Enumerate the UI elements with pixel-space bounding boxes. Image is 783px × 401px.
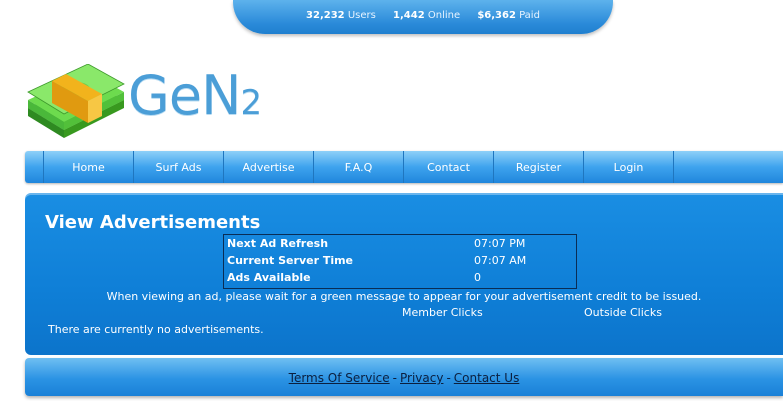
logo-text-main: GeN bbox=[128, 64, 241, 127]
nav-advertise[interactable]: Advertise bbox=[224, 151, 314, 183]
users-label: Users bbox=[347, 10, 376, 21]
nav-register[interactable]: Register bbox=[494, 151, 584, 183]
paid-amount: $6,362 bbox=[477, 10, 516, 21]
users-count: 32,232 bbox=[306, 10, 345, 21]
ads-available-label: Ads Available bbox=[227, 271, 311, 284]
footer-separator: - bbox=[392, 371, 397, 385]
member-clicks-header: Member Clicks bbox=[402, 306, 483, 319]
contact-us-link[interactable]: Contact Us bbox=[454, 371, 520, 385]
online-count: 1,442 bbox=[393, 10, 425, 21]
main-nav: Home Surf Ads Advertise F.A.Q Contact Re… bbox=[25, 151, 783, 183]
stats-bar: 32,232 Users 1,442 Online $6,362 Paid bbox=[233, 0, 613, 34]
privacy-link[interactable]: Privacy bbox=[400, 371, 443, 385]
footer: Terms Of Service - Privacy - Contact Us bbox=[25, 358, 783, 396]
nav-home[interactable]: Home bbox=[44, 151, 134, 183]
money-stack-icon bbox=[27, 64, 125, 138]
next-refresh-label: Next Ad Refresh bbox=[227, 237, 329, 250]
nav-faq[interactable]: F.A.Q bbox=[314, 151, 404, 183]
info-row-server-time: Current Server Time 07:07 AM bbox=[224, 252, 576, 269]
footer-links: Terms Of Service - Privacy - Contact Us bbox=[25, 371, 783, 385]
nav-login[interactable]: Login bbox=[584, 151, 674, 183]
outside-clicks-header: Outside Clicks bbox=[584, 306, 662, 319]
footer-separator: - bbox=[446, 371, 451, 385]
nav-contact[interactable]: Contact bbox=[404, 151, 494, 183]
credit-wait-message: When viewing an ad, please wait for a gr… bbox=[106, 290, 702, 303]
ads-available-value: 0 bbox=[474, 271, 481, 284]
nav-surf-ads[interactable]: Surf Ads bbox=[134, 151, 224, 183]
no-ads-message: There are currently no advertisements. bbox=[48, 323, 264, 336]
server-time-label: Current Server Time bbox=[227, 254, 354, 267]
site-stats: 32,232 Users 1,442 Online $6,362 Paid bbox=[233, 10, 613, 21]
main-content: View Advertisements Next Ad Refresh 07:0… bbox=[25, 193, 783, 355]
server-time-value: 07:07 AM bbox=[474, 254, 527, 267]
ad-info-table: Next Ad Refresh 07:07 PM Current Server … bbox=[223, 234, 577, 289]
next-refresh-value: 07:07 PM bbox=[474, 237, 526, 250]
info-row-next-refresh: Next Ad Refresh 07:07 PM bbox=[224, 235, 576, 252]
online-label: Online bbox=[427, 10, 461, 21]
logo-text: GeN2 bbox=[128, 68, 262, 131]
page-title: View Advertisements bbox=[45, 212, 261, 233]
logo-text-sub: 2 bbox=[240, 83, 262, 123]
terms-link[interactable]: Terms Of Service bbox=[289, 371, 390, 385]
info-row-ads-available: Ads Available 0 bbox=[224, 269, 576, 286]
paid-label: Paid bbox=[519, 10, 540, 21]
